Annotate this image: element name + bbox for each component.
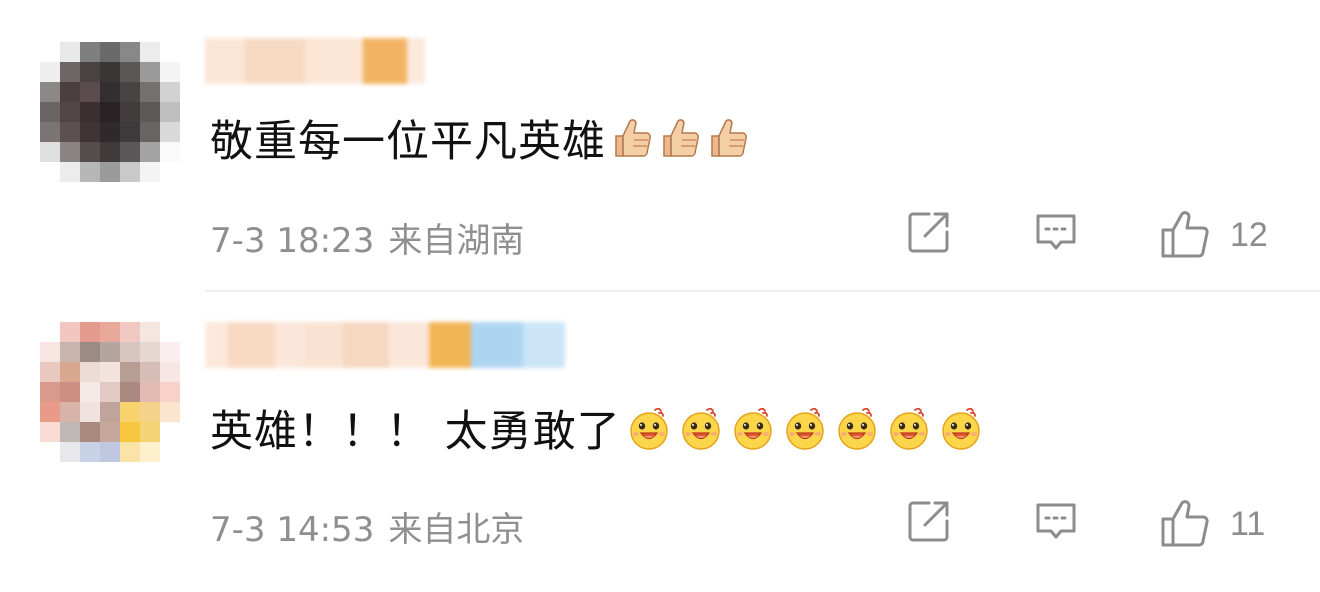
emoji-group xyxy=(610,116,750,160)
comment-text: 敬重每一位平凡英雄 xyxy=(210,108,750,168)
username-blurred[interactable] xyxy=(205,38,425,84)
thumbs-up-emoji-icon xyxy=(658,116,702,160)
like-icon xyxy=(1161,500,1209,547)
comment-meta: 7-3 18:23 来自湖南 xyxy=(210,213,524,262)
comment-text: 英雄！！！ 太勇敢了 xyxy=(210,398,985,458)
comment-icon xyxy=(1036,503,1076,539)
location-label: 来自湖南 xyxy=(388,221,525,261)
like-count: 12 xyxy=(1230,215,1268,254)
duck-smile-emoji-icon xyxy=(781,404,829,452)
like-button[interactable]: 11 xyxy=(1158,497,1265,551)
avatar[interactable] xyxy=(40,322,180,462)
timestamp: 7-3 18:23 xyxy=(210,221,375,261)
duck-smile-emoji-icon xyxy=(833,404,881,452)
location-label: 来自北京 xyxy=(388,510,525,550)
share-button[interactable] xyxy=(905,208,953,256)
thumbs-up-emoji-icon xyxy=(610,116,654,160)
comment-item: 英雄！！！ 太勇敢了 7-3 14:53 来自北京 11 xyxy=(0,292,1320,582)
reply-button[interactable] xyxy=(1032,497,1080,545)
comment-meta: 7-3 14:53 来自北京 xyxy=(210,502,524,551)
duck-smile-emoji-icon xyxy=(729,404,777,452)
comment-body: 英雄！！！ 太勇敢了 xyxy=(210,407,621,457)
like-button[interactable]: 12 xyxy=(1158,208,1268,262)
reply-button[interactable] xyxy=(1032,208,1080,256)
duck-smile-emoji-icon xyxy=(937,404,985,452)
timestamp: 7-3 14:53 xyxy=(210,510,375,550)
share-button[interactable] xyxy=(905,497,953,545)
duck-smile-emoji-icon xyxy=(885,404,933,452)
duck-smile-emoji-icon xyxy=(625,404,673,452)
share-icon xyxy=(908,501,949,542)
thumbs-up-emoji-icon xyxy=(706,116,750,160)
comment-icon xyxy=(1036,214,1076,250)
like-count: 11 xyxy=(1230,504,1266,543)
share-icon xyxy=(908,212,949,253)
like-icon xyxy=(1161,211,1209,258)
duck-smile-emoji-icon xyxy=(677,404,725,452)
emoji-group xyxy=(625,404,985,452)
avatar[interactable] xyxy=(40,42,180,182)
comment-item: 敬重每一位平凡英雄 7-3 18:23 来自湖南 12 xyxy=(0,0,1320,292)
username-blurred[interactable] xyxy=(205,322,565,368)
comment-body: 敬重每一位平凡英雄 xyxy=(210,117,606,167)
